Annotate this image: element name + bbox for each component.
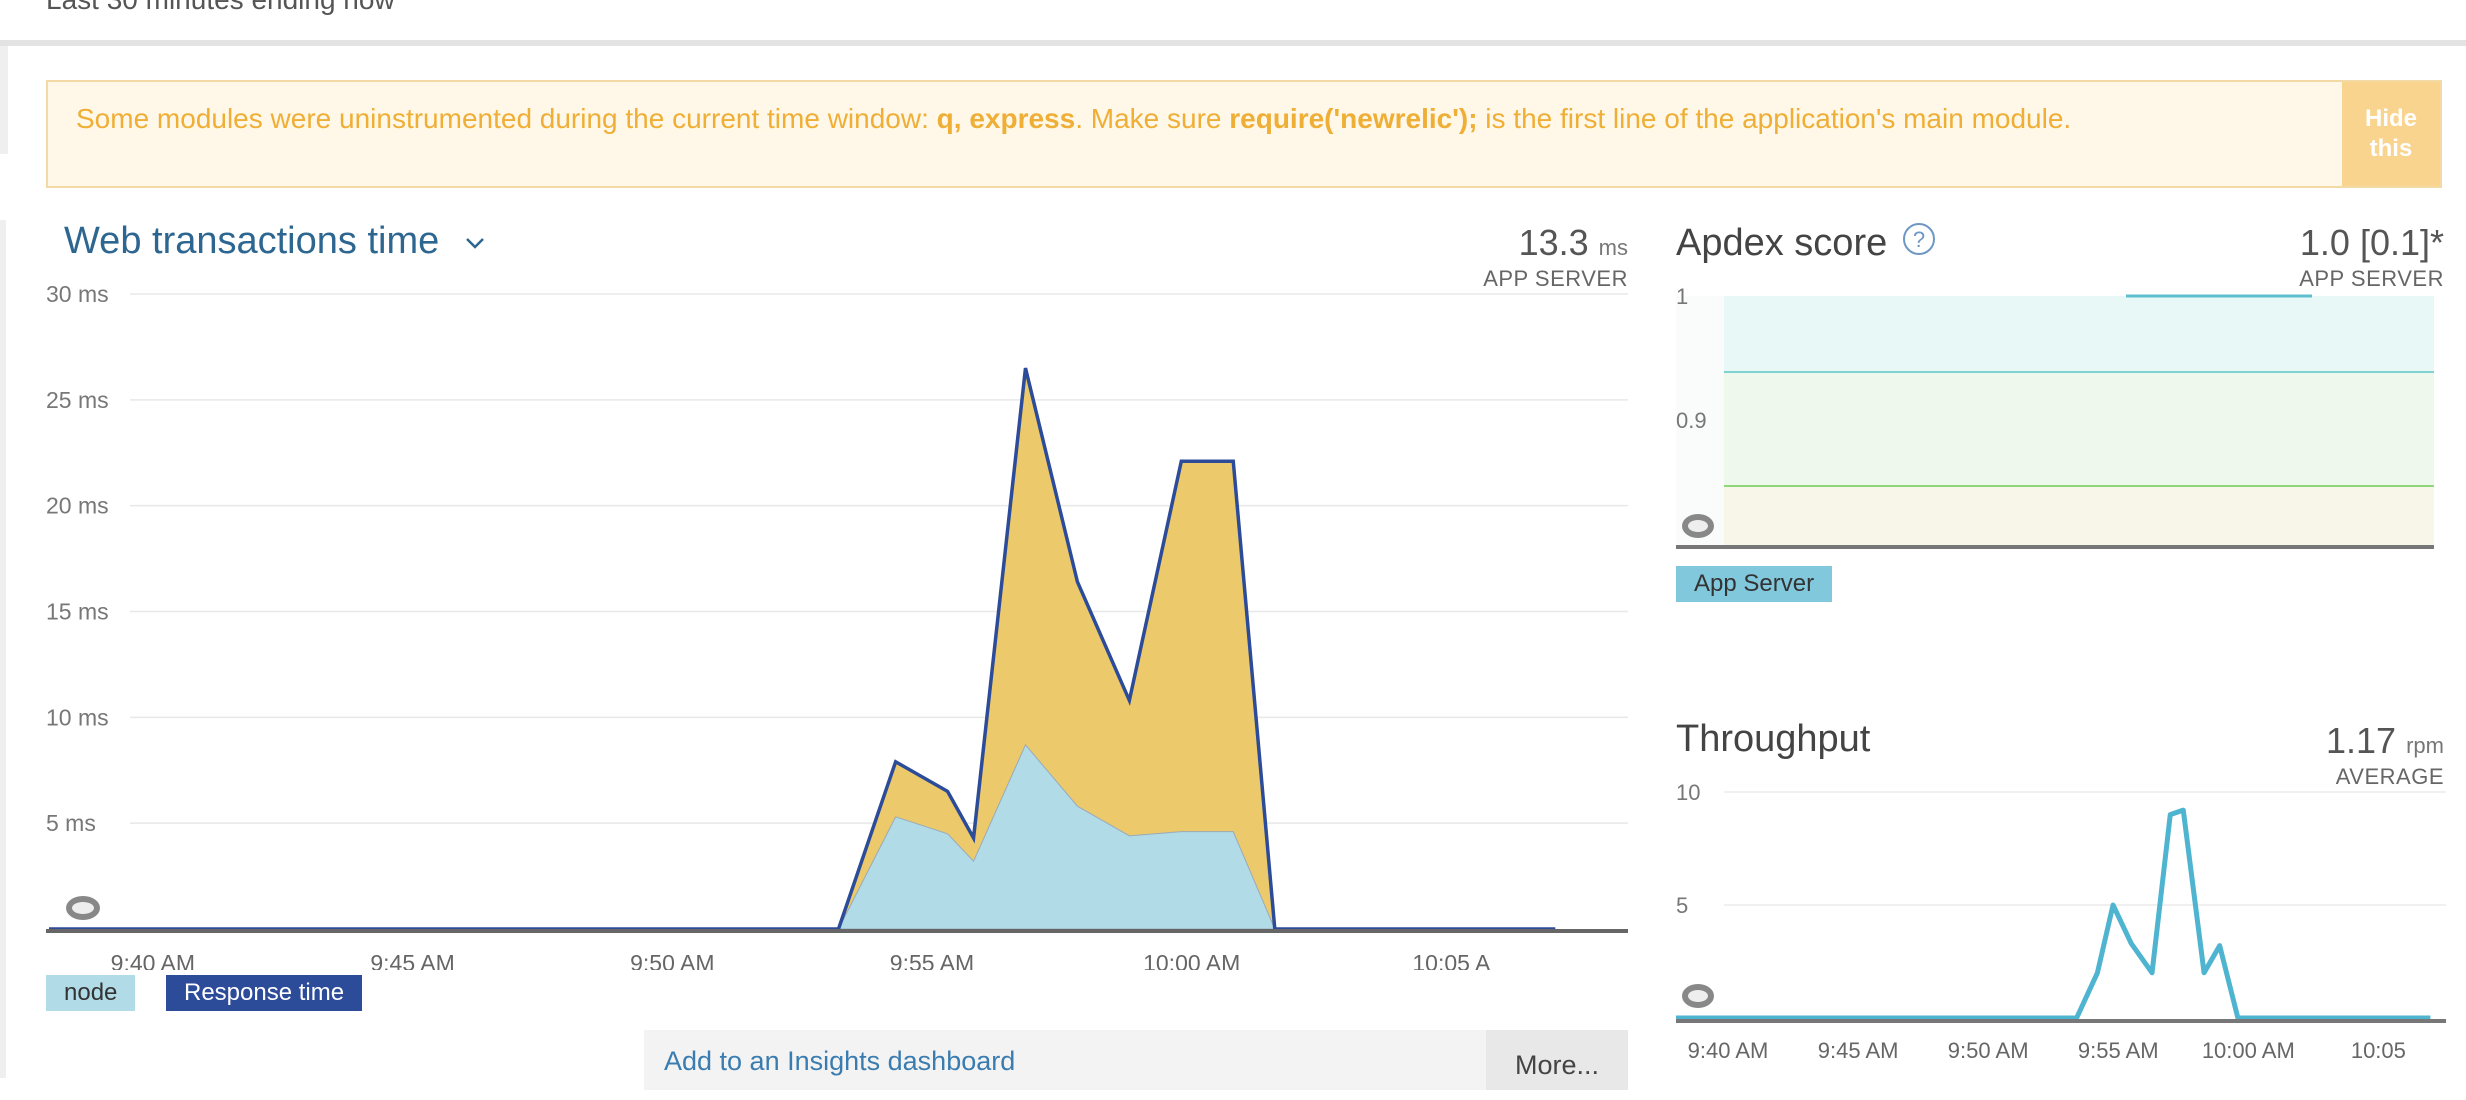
eye-icon[interactable] [66,896,100,920]
x-tick-label: 10:00 AM [1143,950,1240,970]
throughput-chart[interactable]: 9:40 AM 9:45 AM 9:50 AM 9:55 AM 10:00 AM 10:0… [1660,770,2466,1078]
banner-modules: q, express [936,103,1076,134]
eye-icon[interactable] [1682,984,1714,1008]
legend-app-server[interactable]: App Server [1676,566,1833,602]
x-tick-label: 9:55 AM [890,950,974,970]
more-button[interactable]: More... [1486,1030,1628,1090]
help-icon[interactable]: ? [1902,222,1936,256]
insights-bar[interactable]: Add to an Insights dashboard [644,1030,1628,1090]
apdex-value: 1.0 [0.1]* [2299,222,2444,263]
series-area-other [49,368,1556,929]
apdex-band-fair [1724,486,2434,546]
uninstrumented-warning-banner: Some modules were uninstrumented during … [46,80,2442,188]
legend-response-time[interactable]: Response time [166,975,363,1011]
web-transactions-title[interactable]: Web transactions time [64,220,486,263]
y-tick-label: 5 [1676,893,1688,918]
apdex-title: Apdex score ? [1676,222,1936,265]
series-area-node [49,743,1556,930]
time-range-label[interactable]: Last 30 minutes ending now [46,0,395,16]
y-tick-label: 20 ms [46,493,109,519]
y-tick-label: 25 ms [46,387,109,413]
apdex-ytick: 0.9 [1676,408,1707,433]
apdex-band-good [1724,372,2434,486]
hide-banner-button[interactable]: Hide this [2342,82,2440,186]
legend-node[interactable]: node [46,975,136,1011]
x-tick-label: 9:45 AM [370,950,454,970]
x-tick-label: 10:00 AM [2202,1038,2295,1063]
banner-code: require('newrelic'); [1229,103,1478,134]
x-tick-label: 9:50 AM [1948,1038,2029,1063]
x-tick-label: 9:40 AM [1688,1038,1769,1063]
add-to-insights-link[interactable]: Add to an Insights dashboard [664,1046,1015,1077]
web-transactions-value: 13.3 ms [1518,222,1628,263]
series-line-throughput [1676,807,2431,1021]
left-rule [0,46,8,154]
svg-text:?: ? [1913,227,1925,252]
time-picker-bar[interactable]: Last 30 minutes ending now [0,0,2466,46]
x-tick-label: 10:05 A [1412,950,1491,970]
web-transactions-chart[interactable]: 9:40 AM 9:45 AM 9:50 AM 9:55 AM 10:00 AM 10:0… [0,270,1640,970]
x-tick-label: 9:40 AM [111,950,195,970]
x-tick-label: 9:55 AM [2078,1038,2159,1063]
y-tick-label: 15 ms [46,599,109,625]
apdex-ytick: 1 [1676,284,1688,309]
eye-icon[interactable] [1682,514,1714,538]
apdex-chart[interactable]: 1 0.9 [1660,280,2450,550]
throughput-value: 1.17 rpm [2326,720,2444,761]
banner-message: Some modules were uninstrumented during … [76,103,2072,134]
series-line-response-time [49,367,1556,931]
y-tick-label: 5 ms [46,810,96,836]
x-tick-label: 9:45 AM [1818,1038,1899,1063]
x-tick-label: 10:05 [2351,1038,2406,1063]
x-tick-label: 9:50 AM [630,950,714,970]
y-tick-label: 10 [1676,780,1700,805]
throughput-title: Throughput [1676,718,1871,760]
y-tick-label: 30 ms [46,281,109,307]
apdex-band-excellent [1724,296,2434,372]
y-tick-label: 10 ms [46,704,109,730]
chevron-down-icon[interactable] [464,236,486,250]
